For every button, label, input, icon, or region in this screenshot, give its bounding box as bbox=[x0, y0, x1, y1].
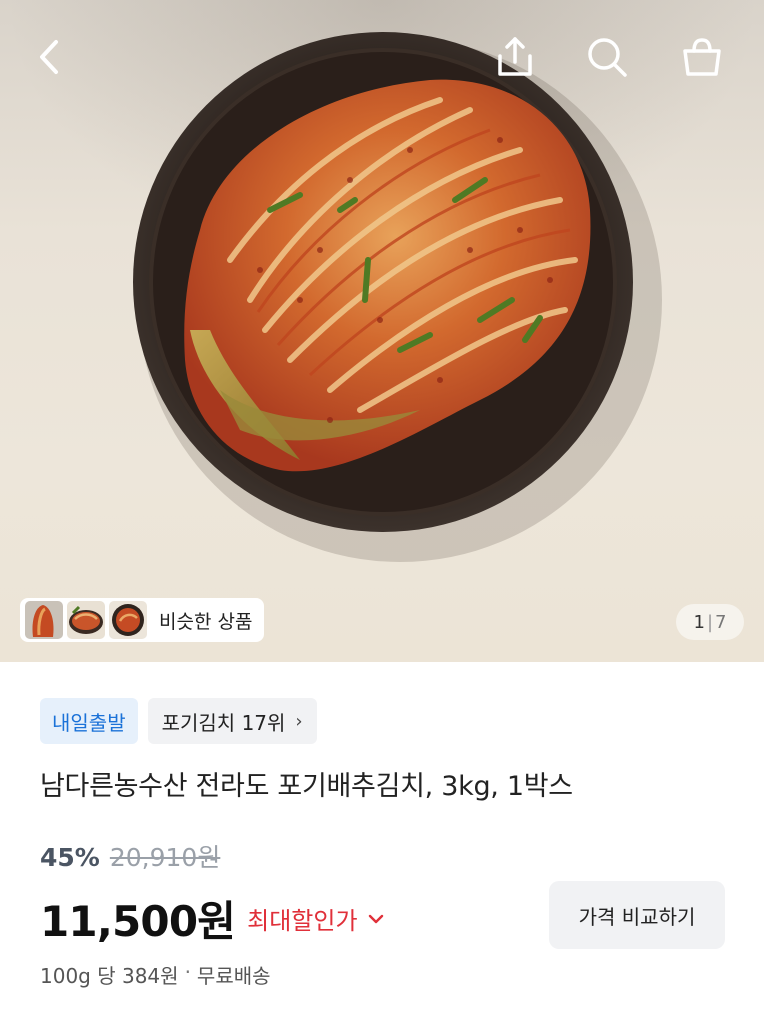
discount-row: 45% 20,910원 bbox=[40, 838, 220, 874]
sale-price-row: 11,500원 최대할인가 bbox=[40, 888, 384, 949]
unit-price: 100g 당 384원 bbox=[40, 964, 179, 988]
similar-products-chip[interactable]: 비슷한 상품 bbox=[20, 598, 265, 642]
max-discount-label: 최대할인가 bbox=[247, 907, 358, 935]
discount-percent: 45% bbox=[40, 843, 100, 872]
delivery-badge-label: 내일출발 bbox=[52, 710, 126, 735]
back-button[interactable] bbox=[22, 30, 76, 84]
original-price: 20,910원 bbox=[109, 843, 221, 872]
back-icon bbox=[40, 40, 58, 74]
search-button[interactable] bbox=[580, 30, 634, 84]
chevron-right-icon: › bbox=[295, 710, 303, 732]
category-ranking-label: 포기김치 17위 bbox=[161, 710, 286, 735]
separator-dot: · bbox=[184, 960, 191, 984]
similar-products-label: 비슷한 상품 bbox=[159, 610, 253, 633]
share-icon bbox=[498, 37, 532, 76]
product-image-gallery[interactable]: 비슷한 상품 1 | 7 bbox=[0, 0, 764, 662]
product-title: 남다른농수산 전라도 포기배추김치, 3kg, 1박스 bbox=[40, 771, 573, 802]
share-button[interactable] bbox=[488, 30, 542, 84]
chevron-down-icon bbox=[368, 914, 383, 923]
similar-product-thumbnail bbox=[67, 601, 105, 639]
image-counter-current: 1 bbox=[693, 611, 705, 633]
shipping-info: 무료배송 bbox=[196, 964, 271, 988]
kimchi-product-photo bbox=[133, 32, 662, 562]
image-counter-total: 7 bbox=[715, 611, 727, 633]
product-badges: 내일출발 포기김치 17위 › bbox=[40, 698, 317, 744]
sale-price: 11,500원 bbox=[40, 897, 236, 946]
cart-button[interactable] bbox=[675, 30, 729, 84]
image-counter-separator: | bbox=[706, 611, 714, 633]
unit-price-row: 100g 당 384원 · 무료배송 bbox=[40, 960, 271, 989]
compare-price-button[interactable]: 가격 비교하기 bbox=[549, 881, 725, 949]
category-ranking-badge[interactable]: 포기김치 17위 › bbox=[147, 698, 317, 744]
shopping-bag-icon bbox=[683, 38, 721, 76]
similar-product-thumbnail bbox=[25, 601, 63, 639]
image-counter: 1 | 7 bbox=[676, 604, 744, 640]
search-icon bbox=[588, 38, 627, 77]
similar-product-thumbnail bbox=[109, 601, 147, 639]
max-discount-toggle[interactable]: 최대할인가 bbox=[247, 901, 383, 936]
delivery-badge: 내일출발 bbox=[40, 698, 138, 744]
